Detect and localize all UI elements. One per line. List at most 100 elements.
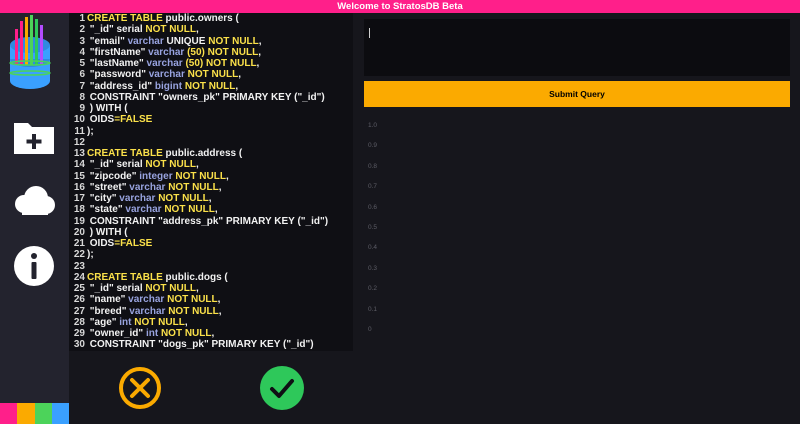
line-number: 20 — [73, 226, 85, 238]
code-token: CONSTRAINT "address_pk" PRIMARY KEY ("_i… — [87, 215, 329, 227]
code-token: , — [256, 58, 260, 69]
code-text: "firstName" varchar (50) NOT NULL, — [87, 47, 261, 58]
code-token: varchar — [129, 181, 169, 193]
code-token: NOT NULL — [168, 305, 219, 317]
line-number: 4 — [79, 46, 85, 58]
code-line: 14 "_id" serial NOT NULL, — [69, 159, 353, 170]
line-number: 12 — [73, 136, 85, 148]
code-token: (50) NOT NULL — [187, 46, 259, 58]
code-token: CREATE TABLE — [87, 13, 166, 24]
confirm-button[interactable] — [260, 366, 304, 410]
code-token: public.owners ( — [165, 13, 239, 24]
code-token: , — [258, 35, 262, 47]
code-text: "password" varchar NOT NULL, — [87, 69, 241, 80]
code-token: NOT NULL — [164, 204, 215, 216]
code-line: 6 "password" varchar NOT NULL, — [69, 69, 353, 80]
line-number: 6 — [79, 69, 85, 81]
code-line: 18 "state" varchar NOT NULL, — [69, 204, 353, 215]
code-token: NOT NULL — [145, 159, 196, 171]
code-token: "address_id" — [87, 80, 155, 92]
code-text: CONSTRAINT "dogs_pk" PRIMARY KEY ("_id") — [87, 339, 314, 350]
code-text: CREATE TABLE public.owners ( — [87, 13, 239, 24]
code-text: "age" int NOT NULL, — [87, 317, 188, 328]
code-text: ) WITH ( — [87, 103, 128, 114]
code-token: , — [184, 316, 188, 328]
sql-editor[interactable]: 1 CREATE TABLE public.owners (2 "_id" ser… — [69, 13, 353, 351]
code-token: varchar — [148, 69, 188, 81]
y-tick-label: 0.7 — [368, 183, 378, 191]
code-token: CREATE TABLE — [87, 148, 166, 159]
code-token: , — [238, 69, 241, 81]
code-token: CREATE TABLE — [87, 271, 166, 283]
y-tick-label: 0.8 — [368, 162, 378, 170]
code-text: "address_id" bigint NOT NULL, — [87, 81, 238, 92]
line-number: 21 — [73, 238, 85, 249]
new-folder-button[interactable] — [12, 115, 56, 159]
code-line: 19 CONSTRAINT "address_pk" PRIMARY KEY (… — [69, 216, 353, 227]
code-token: UNIQUE — [166, 35, 209, 47]
code-token: NOT NULL — [158, 193, 209, 204]
code-token: varchar — [129, 305, 169, 317]
window-title: Welcome to StratosDB Beta — [0, 0, 800, 13]
y-tick-label: 0.2 — [368, 285, 378, 293]
code-token: varchar — [128, 294, 168, 306]
code-token: , — [258, 46, 261, 58]
color-stripes — [0, 403, 69, 424]
code-line: 17 "city" varchar NOT NULL, — [69, 193, 353, 204]
stratosdb-logo — [9, 15, 51, 89]
code-token: "owner_id" — [87, 328, 146, 339]
line-number: 30 — [73, 339, 85, 351]
check-icon — [270, 379, 294, 398]
line-number: 26 — [73, 294, 85, 306]
code-token: ); — [87, 249, 94, 261]
code-token: "_id" serial — [87, 24, 146, 36]
line-number: 9 — [79, 103, 85, 114]
cancel-button[interactable] — [118, 366, 162, 410]
line-number: 2 — [79, 24, 85, 36]
submit-query-button[interactable]: Submit Query — [364, 81, 790, 107]
code-text: "_id" serial NOT NULL, — [87, 24, 199, 35]
code-line: 9 ) WITH ( — [69, 103, 353, 114]
code-token: ) WITH ( — [87, 103, 128, 114]
code-token: "password" — [87, 69, 149, 81]
query-input[interactable] — [364, 19, 790, 76]
code-text: "lastName" varchar (50) NOT NULL, — [87, 58, 260, 69]
y-tick-label: 0.9 — [368, 142, 378, 150]
line-number: 3 — [79, 35, 85, 47]
text-cursor — [369, 28, 370, 38]
code-token: , — [195, 24, 199, 36]
cloud-button[interactable] — [12, 179, 56, 223]
code-token: , — [195, 283, 199, 294]
code-token: public.dogs ( — [165, 271, 228, 283]
code-text: "breed" varchar NOT NULL, — [87, 306, 222, 317]
cloud-icon — [15, 186, 55, 215]
code-token: varchar — [127, 35, 167, 47]
code-text: "email" varchar UNIQUE NOT NULL, — [87, 36, 262, 47]
code-line: 30 CONSTRAINT "dogs_pk" PRIMARY KEY ("_i… — [69, 339, 353, 350]
chart-area — [380, 121, 790, 329]
code-text: "city" varchar NOT NULL, — [87, 193, 212, 204]
line-number: 5 — [79, 58, 85, 69]
code-line: 13 CREATE TABLE public.address ( — [69, 148, 353, 159]
line-number: 25 — [73, 283, 85, 294]
code-token: "email" — [87, 35, 128, 47]
code-token: "street" — [87, 181, 130, 193]
info-button[interactable] — [12, 244, 56, 288]
code-token: , — [225, 170, 229, 182]
code-text: ); — [87, 126, 94, 137]
code-line: 8 CONSTRAINT "owners_pk" PRIMARY KEY ("_… — [69, 92, 353, 103]
code-line: 20 ) WITH ( — [69, 227, 353, 238]
code-token: "age" — [87, 316, 120, 328]
code-token: NOT NULL — [175, 170, 226, 182]
line-number: 16 — [73, 181, 85, 193]
code-token: OIDS — [87, 238, 115, 249]
code-line: 5 "lastName" varchar (50) NOT NULL, — [69, 58, 353, 69]
line-number: 23 — [73, 260, 85, 272]
line-number: 17 — [73, 193, 85, 204]
code-token: varchar — [148, 46, 188, 58]
line-number: 19 — [73, 215, 85, 227]
code-text: CREATE TABLE public.dogs ( — [87, 272, 228, 283]
code-token: public.address ( — [165, 148, 243, 159]
code-token: , — [218, 305, 222, 317]
folder-plus-icon — [14, 123, 54, 154]
